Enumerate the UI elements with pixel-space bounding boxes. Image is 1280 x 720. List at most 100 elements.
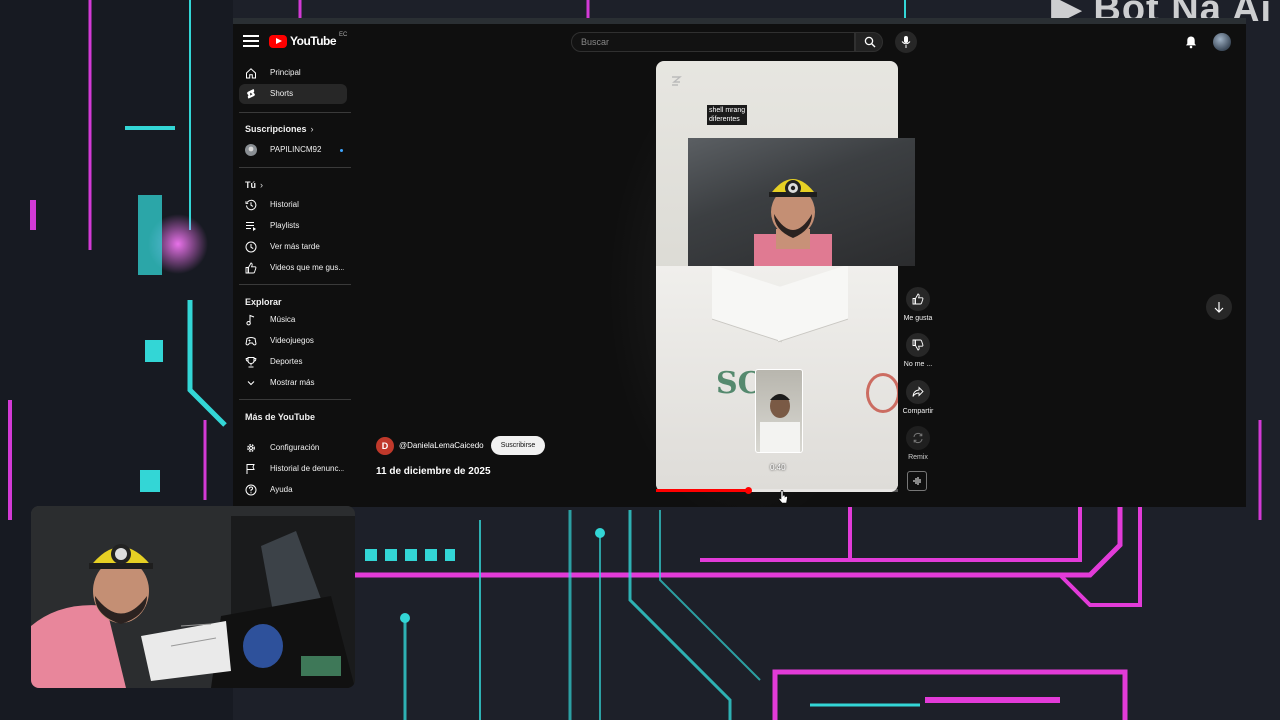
sidebar-item-shorts[interactable]: Shorts — [239, 84, 347, 104]
thumbs-down-icon — [912, 339, 924, 351]
sound-button[interactable] — [907, 471, 927, 491]
trophy-icon — [245, 357, 257, 368]
like-button[interactable]: Me gusta — [903, 287, 933, 322]
divider — [239, 112, 351, 113]
remix-icon — [913, 432, 923, 444]
flag-icon — [246, 464, 255, 474]
sidebar-item-report-history[interactable]: Historial de denunc... — [239, 459, 347, 479]
logo-text: YouTube — [290, 34, 337, 48]
video-caption: shell mrang diferentes — [707, 105, 748, 125]
channel-name[interactable]: @DanielaLemaCaicedo — [399, 441, 484, 450]
sidebar-item-label: Música — [270, 315, 296, 324]
action-label: No me ... — [903, 361, 933, 368]
sidebar-item-label: Videojuegos — [270, 336, 314, 345]
section-title: Tú — [245, 180, 256, 190]
sidebar: Principal Shorts Suscripciones › PAPILINC… — [233, 60, 355, 507]
divider — [239, 399, 351, 400]
publish-date: 11 de diciembre de 2025 — [376, 466, 491, 477]
sidebar-item-principal[interactable]: Principal — [239, 63, 347, 83]
person-figure — [754, 179, 832, 266]
history-icon — [245, 199, 257, 211]
sidebar-item-ver-mas-tarde[interactable]: Ver más tarde — [239, 237, 347, 257]
caption-line: diferentes — [709, 116, 740, 123]
progress-fill — [656, 489, 748, 492]
youtube-logo[interactable]: YouTube EC — [269, 32, 348, 48]
shirt-badge — [866, 373, 898, 413]
scrub-time: 0:40 — [770, 463, 786, 472]
clock-icon — [245, 241, 257, 253]
search-button[interactable] — [855, 32, 883, 52]
video-inset-thumbnail — [755, 369, 803, 453]
account-avatar[interactable] — [1213, 33, 1231, 51]
channel-avatar-icon — [245, 144, 257, 156]
section-title: Suscripciones — [245, 124, 307, 134]
webcam-scene — [31, 506, 355, 688]
caption-line: shell mrang — [709, 107, 746, 114]
help-icon — [245, 484, 257, 496]
voice-search-button[interactable] — [895, 31, 917, 53]
gamepad-icon — [245, 337, 257, 346]
share-icon — [912, 386, 924, 397]
sidebar-item-label: Ayuda — [270, 485, 293, 494]
streamer-webcam — [31, 506, 355, 688]
dislike-button[interactable]: No me ... — [903, 333, 933, 368]
sidebar-item-papilincm92[interactable]: PAPILINCM92 — [239, 140, 347, 160]
sidebar-item-musica[interactable]: Música — [239, 310, 347, 330]
person-figure — [760, 394, 800, 452]
progress-scrubber[interactable] — [744, 487, 752, 494]
action-label: Remix — [908, 454, 928, 461]
music-icon — [246, 314, 255, 326]
mic-icon — [901, 36, 911, 48]
subscribe-button[interactable]: Suscribirse — [491, 436, 545, 455]
search-input[interactable]: Buscar — [571, 32, 855, 52]
notifications-bell-icon[interactable] — [1184, 35, 1198, 49]
next-short-button[interactable] — [1206, 294, 1232, 320]
chevron-right-icon: › — [310, 124, 314, 134]
sidebar-item-label: Ver más tarde — [270, 242, 320, 251]
divider — [239, 284, 351, 285]
action-label: Compartir — [902, 408, 934, 415]
sidebar-item-label: Historial — [270, 200, 299, 209]
youtube-window: YouTube EC Buscar Principal Shorts Suscr… — [233, 24, 1246, 507]
you-heading[interactable]: Tú › — [245, 180, 263, 190]
sidebar-item-deportes[interactable]: Deportes — [239, 352, 347, 372]
sidebar-item-label: Mostrar más — [270, 378, 315, 387]
sidebar-item-videojuegos[interactable]: Videojuegos — [239, 331, 347, 351]
like-icon — [245, 262, 257, 274]
sidebar-item-ayuda[interactable]: Ayuda — [239, 480, 347, 500]
more-from-youtube-heading: Más de YouTube — [245, 412, 316, 422]
sidebar-item-label: PAPILINCM92 — [270, 145, 322, 154]
explore-heading: Explorar — [245, 297, 282, 307]
shorts-logo-icon — [672, 76, 682, 86]
playlist-icon — [246, 222, 256, 231]
gear-icon — [247, 444, 255, 452]
action-label: Me gusta — [903, 315, 933, 322]
divider — [239, 167, 351, 168]
sidebar-item-label: Videos que me gus... — [270, 263, 344, 272]
arrow-down-icon — [1214, 302, 1224, 313]
chevron-right-icon: › — [260, 180, 263, 190]
new-content-dot — [340, 149, 343, 152]
channel-avatar[interactable]: D — [376, 437, 394, 455]
sidebar-item-historial[interactable]: Historial — [239, 195, 347, 215]
sidebar-item-configuracion[interactable]: Configuración — [239, 438, 347, 458]
video-webcam-overlay — [688, 138, 915, 266]
progress-bar[interactable] — [656, 487, 898, 494]
remix-button[interactable]: Remix — [903, 426, 933, 461]
audio-wave-icon — [913, 477, 921, 485]
sidebar-item-liked-videos[interactable]: Videos que me gus... — [239, 258, 347, 278]
shorts-icon — [247, 89, 255, 99]
sidebar-item-label: Historial de denunc... — [270, 464, 344, 473]
sidebar-item-label: Deportes — [270, 357, 303, 366]
search-icon — [864, 36, 876, 48]
menu-icon[interactable] — [243, 35, 259, 49]
sidebar-item-label: Configuración — [270, 443, 320, 452]
share-button[interactable]: Compartir — [903, 380, 933, 415]
sidebar-item-playlists[interactable]: Playlists — [239, 216, 347, 236]
subscriptions-heading[interactable]: Suscripciones › — [245, 124, 314, 134]
sidebar-item-label: Principal — [270, 68, 301, 77]
country-code: EC — [339, 32, 348, 38]
sidebar-item-mostrar-mas[interactable]: Mostrar más — [239, 373, 347, 393]
youtube-play-icon — [269, 34, 287, 48]
home-icon — [246, 68, 256, 79]
